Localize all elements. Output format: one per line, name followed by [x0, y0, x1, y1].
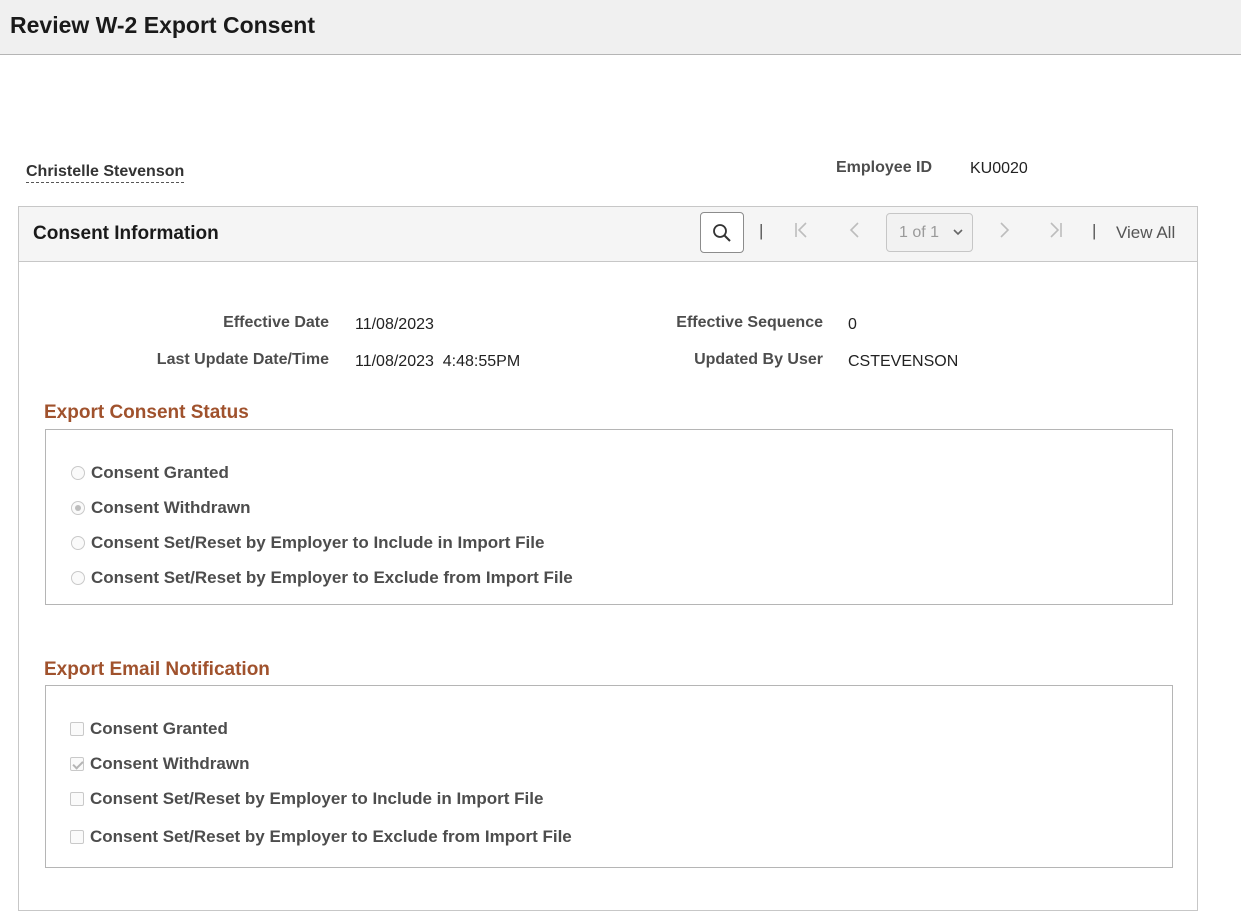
page-selector-value: 1 of 1: [899, 223, 940, 241]
consent-information-panel: Consent Information | 1 of 1 | View All …: [18, 206, 1198, 911]
effective-date-label: Effective Date: [223, 314, 329, 331]
panel-title: Consent Information: [33, 223, 219, 244]
last-update-value: 11/08/2023 4:48:55PM: [355, 353, 521, 370]
updated-by-label: Updated By User: [694, 351, 823, 368]
next-page-icon[interactable]: [994, 220, 1014, 240]
radio-button[interactable]: [71, 466, 85, 480]
panel-header: Consent Information | 1 of 1 | View All: [19, 207, 1197, 262]
page-title: Review W-2 Export Consent: [10, 12, 315, 38]
checkbox-consent-exclude[interactable]: Consent Set/Reset by Employer to Exclude…: [70, 827, 572, 847]
radio-label: Consent Set/Reset by Employer to Exclude…: [91, 568, 573, 587]
first-page-icon[interactable]: [792, 220, 812, 240]
radio-button[interactable]: [71, 536, 85, 550]
radio-consent-granted[interactable]: Consent Granted: [71, 463, 229, 483]
checkbox-consent-include[interactable]: Consent Set/Reset by Employer to Include…: [70, 789, 543, 809]
previous-page-icon[interactable]: [845, 220, 865, 240]
view-all-link[interactable]: View All: [1116, 223, 1175, 243]
last-update-label: Last Update Date/Time: [156, 351, 329, 368]
page-header: Review W-2 Export Consent: [0, 0, 1241, 55]
radio-button-selected[interactable]: [71, 501, 85, 515]
effective-date-value: 11/08/2023: [355, 316, 434, 333]
separator: |: [759, 221, 764, 240]
checkbox-label: Consent Set/Reset by Employer to Include…: [90, 789, 544, 808]
export-email-notification-group: Consent Granted Consent Withdrawn Consen…: [45, 685, 1173, 868]
search-button[interactable]: [700, 212, 744, 253]
radio-button[interactable]: [71, 571, 85, 585]
effective-sequence-label: Effective Sequence: [676, 314, 823, 331]
checkbox-consent-granted[interactable]: Consent Granted: [70, 719, 228, 739]
radio-consent-include[interactable]: Consent Set/Reset by Employer to Include…: [71, 533, 544, 553]
checkbox-checked[interactable]: [70, 757, 84, 771]
checkbox-label: Consent Set/Reset by Employer to Exclude…: [90, 827, 572, 846]
separator: |: [1092, 221, 1097, 240]
checkbox[interactable]: [70, 722, 84, 736]
checkbox[interactable]: [70, 830, 84, 844]
effective-sequence-value: 0: [848, 316, 857, 333]
radio-label: Consent Set/Reset by Employer to Include…: [91, 533, 545, 552]
export-consent-status-group: Consent Granted Consent Withdrawn Consen…: [45, 429, 1173, 605]
page-selector[interactable]: 1 of 1: [886, 213, 973, 252]
checkbox-label: Consent Withdrawn: [90, 754, 250, 773]
last-page-icon[interactable]: [1045, 220, 1065, 240]
checkbox-consent-withdrawn[interactable]: Consent Withdrawn: [70, 754, 249, 774]
export-consent-status-title: Export Consent Status: [44, 402, 249, 423]
checkbox-label: Consent Granted: [90, 719, 228, 738]
updated-by-value: CSTEVENSON: [848, 353, 959, 370]
radio-label: Consent Granted: [91, 463, 229, 482]
checkbox[interactable]: [70, 792, 84, 806]
radio-consent-withdrawn[interactable]: Consent Withdrawn: [71, 498, 250, 518]
chevron-down-icon: [953, 229, 963, 236]
employee-id-value: KU0020: [970, 160, 1028, 177]
search-icon: [713, 223, 731, 242]
radio-consent-exclude[interactable]: Consent Set/Reset by Employer to Exclude…: [71, 568, 573, 588]
export-email-notification-title: Export Email Notification: [44, 659, 270, 680]
radio-label: Consent Withdrawn: [91, 498, 251, 517]
employee-name-link[interactable]: Christelle Stevenson: [26, 163, 185, 183]
employee-id-label: Employee ID: [836, 159, 933, 176]
